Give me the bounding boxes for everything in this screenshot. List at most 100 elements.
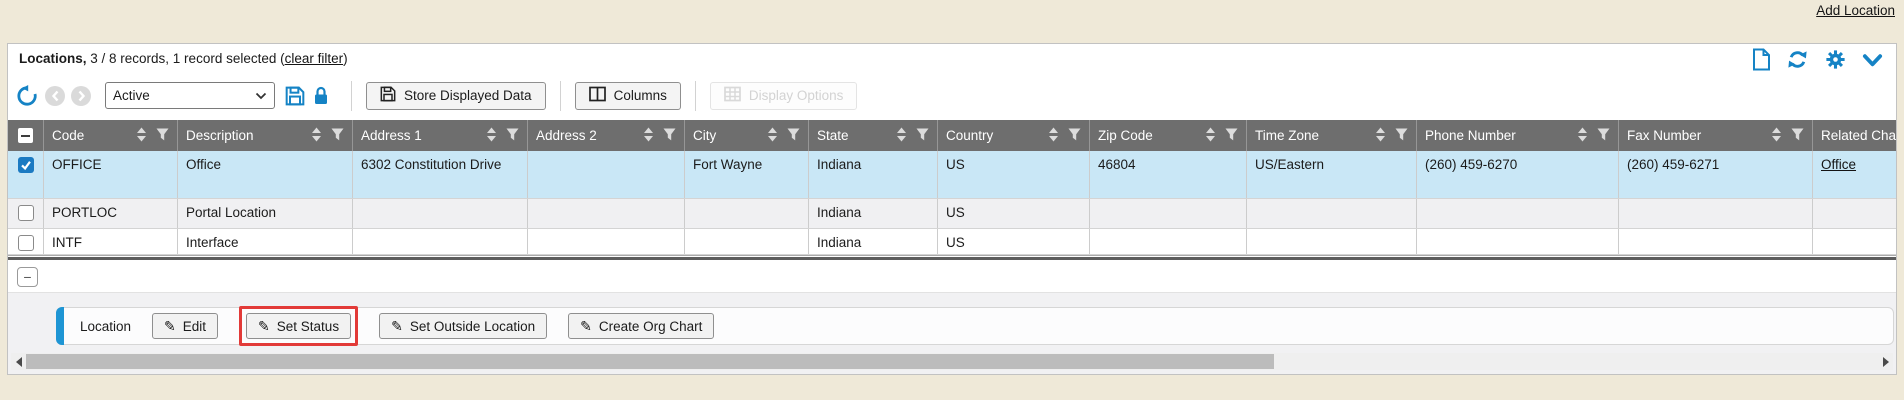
set-status-button[interactable]: Set Status — [246, 313, 351, 339]
record-summary: 3 / 8 records, 1 record selected ( — [87, 51, 285, 66]
header-cell-description[interactable]: Description — [178, 120, 353, 151]
header-cell-state[interactable]: State — [809, 120, 938, 151]
status-filter-select[interactable]: Active — [105, 82, 275, 109]
header-cell-zip-code[interactable]: Zip Code — [1090, 120, 1247, 151]
pencil-icon — [164, 319, 176, 333]
clear-filter-link[interactable]: clear filter — [285, 51, 344, 66]
header-cell-address-2[interactable]: Address 2 — [528, 120, 685, 151]
columns-button[interactable]: Columns — [575, 82, 681, 110]
row-checkbox[interactable] — [8, 199, 44, 228]
save-icon — [380, 86, 396, 105]
locations-table: CodeDescriptionAddress 1Address 2CitySta… — [8, 120, 1896, 255]
row-checkbox[interactable] — [8, 229, 44, 254]
collapse-panel-button[interactable] — [17, 267, 38, 287]
cell-related — [1813, 229, 1896, 254]
store-displayed-data-button[interactable]: Store Displayed Data — [366, 82, 546, 110]
filter-icon[interactable] — [506, 128, 519, 144]
undo-icon[interactable] — [16, 85, 38, 107]
cell-related: Office — [1813, 151, 1896, 198]
sort-icon[interactable] — [643, 127, 654, 145]
header-cell-phone-number[interactable]: Phone Number — [1417, 120, 1619, 151]
checked-checkbox-icon[interactable] — [18, 157, 34, 173]
cell-phone-number: (260) 459-6270 — [1417, 151, 1619, 198]
cell-phone-number — [1417, 229, 1619, 254]
filter-icon[interactable] — [1225, 128, 1238, 144]
pencil-icon — [391, 319, 403, 333]
gear-icon[interactable] — [1824, 48, 1847, 71]
sort-icon[interactable] — [767, 127, 778, 145]
sort-icon[interactable] — [1048, 127, 1059, 145]
select-all-checkbox[interactable] — [8, 120, 44, 151]
related-chart-link[interactable]: Office — [1821, 157, 1856, 172]
locations-panel: Locations, 3 / 8 records, 1 record selec… — [7, 43, 1897, 375]
filter-icon[interactable] — [156, 128, 169, 144]
table-body: OFFICEOffice6302 Constitution DriveFort … — [8, 151, 1896, 255]
panel-title: Locations, — [19, 51, 87, 66]
indeterminate-checkbox-icon — [18, 128, 33, 143]
cell-code: PORTLOC — [44, 199, 178, 228]
sort-icon[interactable] — [1205, 127, 1216, 145]
header-cell-address-1[interactable]: Address 1 — [353, 120, 528, 151]
cell-city — [685, 199, 809, 228]
scroll-right-icon[interactable] — [1878, 353, 1893, 370]
scroll-left-icon[interactable] — [11, 353, 26, 370]
table-row-portloc[interactable]: PORTLOCPortal LocationIndianaUS — [8, 199, 1896, 229]
horizontal-scrollbar[interactable] — [11, 353, 1893, 370]
display-options-button[interactable]: Display Options — [710, 82, 858, 110]
cell-country: US — [938, 229, 1090, 254]
header-cell-city[interactable]: City — [685, 120, 809, 151]
cell-phone-number — [1417, 199, 1619, 228]
next-record-icon[interactable] — [71, 86, 91, 106]
highlight-box: Set Status — [239, 306, 358, 346]
table-row-office[interactable]: OFFICEOffice6302 Constitution DriveFort … — [8, 151, 1896, 199]
edit-button[interactable]: Edit — [152, 313, 218, 339]
sort-icon[interactable] — [896, 127, 907, 145]
cell-state: Indiana — [809, 229, 938, 254]
table-row-intf[interactable]: INTFInterfaceIndianaUS — [8, 229, 1896, 255]
save-icon[interactable] — [285, 86, 305, 106]
header-cell-related-cha[interactable]: Related Cha — [1813, 120, 1896, 151]
record-summary-end: ) — [343, 51, 348, 66]
unchecked-checkbox-icon[interactable] — [18, 205, 34, 221]
filter-icon[interactable] — [916, 128, 929, 144]
create-org-chart-button[interactable]: Create Org Chart — [568, 313, 714, 339]
row-checkbox[interactable] — [8, 151, 44, 198]
sort-icon[interactable] — [486, 127, 497, 145]
prev-record-icon[interactable] — [45, 86, 65, 106]
filter-icon[interactable] — [663, 128, 676, 144]
cell-time-zone: US/Eastern — [1247, 151, 1417, 198]
filter-icon[interactable] — [1791, 128, 1804, 144]
filter-icon[interactable] — [331, 128, 344, 144]
page-icon[interactable] — [1751, 48, 1771, 71]
chevron-down-icon[interactable] — [1862, 51, 1883, 69]
set-outside-location-button[interactable]: Set Outside Location — [379, 313, 547, 339]
unchecked-checkbox-icon[interactable] — [18, 235, 34, 251]
header-cell-country[interactable]: Country — [938, 120, 1090, 151]
cell-description: Portal Location — [178, 199, 353, 228]
add-location-link[interactable]: Add Location — [1816, 3, 1895, 18]
cell-zip-code — [1090, 229, 1247, 254]
sort-icon[interactable] — [136, 127, 147, 145]
filter-icon[interactable] — [1068, 128, 1081, 144]
refresh-icon[interactable] — [1786, 48, 1809, 71]
filter-icon[interactable] — [787, 128, 800, 144]
store-displayed-data-label: Store Displayed Data — [404, 88, 532, 103]
sort-icon[interactable] — [1577, 127, 1588, 145]
collapse-row — [8, 261, 1896, 293]
header-cell-code[interactable]: Code — [44, 120, 178, 151]
sort-icon[interactable] — [311, 127, 322, 145]
panel-icon-bar — [1751, 48, 1883, 71]
toolbar-separator — [695, 81, 696, 111]
cell-city: Fort Wayne — [685, 151, 809, 198]
scrollbar-thumb[interactable] — [26, 354, 1274, 369]
header-cell-fax-number[interactable]: Fax Number — [1619, 120, 1813, 151]
cell-zip-code — [1090, 199, 1247, 228]
filter-icon[interactable] — [1395, 128, 1408, 144]
action-group-label: Location — [80, 319, 131, 334]
sort-icon[interactable] — [1375, 127, 1386, 145]
filter-icon[interactable] — [1597, 128, 1610, 144]
cell-time-zone — [1247, 199, 1417, 228]
header-cell-time-zone[interactable]: Time Zone — [1247, 120, 1417, 151]
sort-icon[interactable] — [1771, 127, 1782, 145]
lock-icon[interactable] — [312, 86, 330, 106]
